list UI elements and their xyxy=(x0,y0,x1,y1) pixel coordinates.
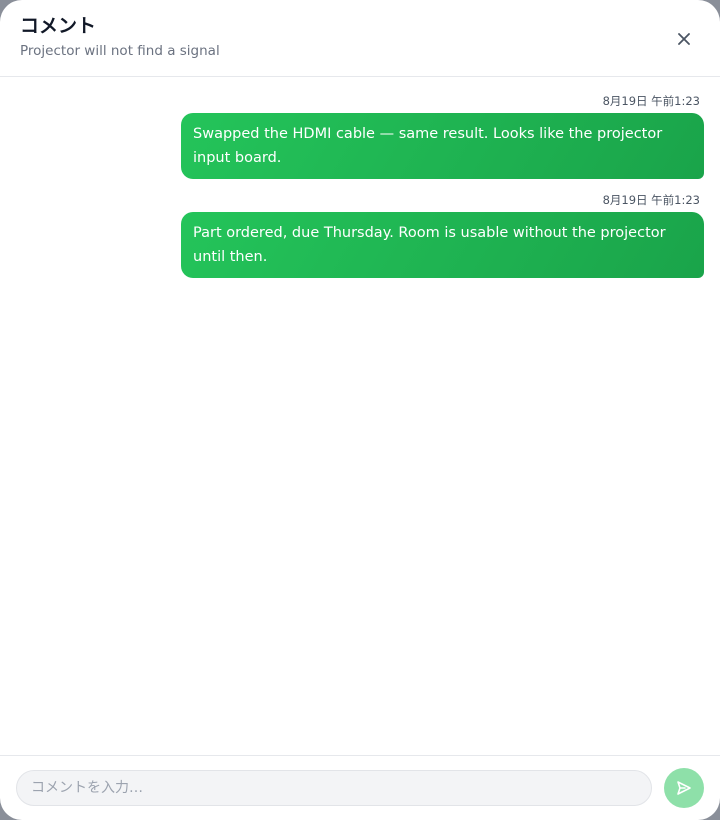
send-button[interactable] xyxy=(664,768,704,808)
close-button[interactable] xyxy=(672,27,696,51)
message-timestamp: 8月19日 午前1:23 xyxy=(602,193,700,207)
message-item: 8月19日 午前1:23 Part ordered, due Thursday.… xyxy=(16,192,704,278)
message-list: 8月19日 午前1:23 Swapped the HDMI cable — sa… xyxy=(0,77,720,755)
message-bubble: Part ordered, due Thursday. Room is usab… xyxy=(181,212,704,278)
composer xyxy=(0,755,720,820)
send-icon xyxy=(677,781,691,795)
message-timestamp: 8月19日 午前1:23 xyxy=(602,94,700,108)
dialog-title: コメント xyxy=(20,15,97,37)
dialog-subtitle: Projector will not find a signal xyxy=(20,43,220,59)
comment-input[interactable] xyxy=(16,770,652,806)
dialog-header: コメント Projector will not find a signal xyxy=(0,0,720,77)
message-item: 8月19日 午前1:23 Swapped the HDMI cable — sa… xyxy=(16,93,704,179)
comments-dialog: コメント Projector will not find a signal 8月… xyxy=(0,0,720,820)
message-bubble: Swapped the HDMI cable — same result. Lo… xyxy=(181,113,704,179)
close-icon xyxy=(678,33,690,45)
